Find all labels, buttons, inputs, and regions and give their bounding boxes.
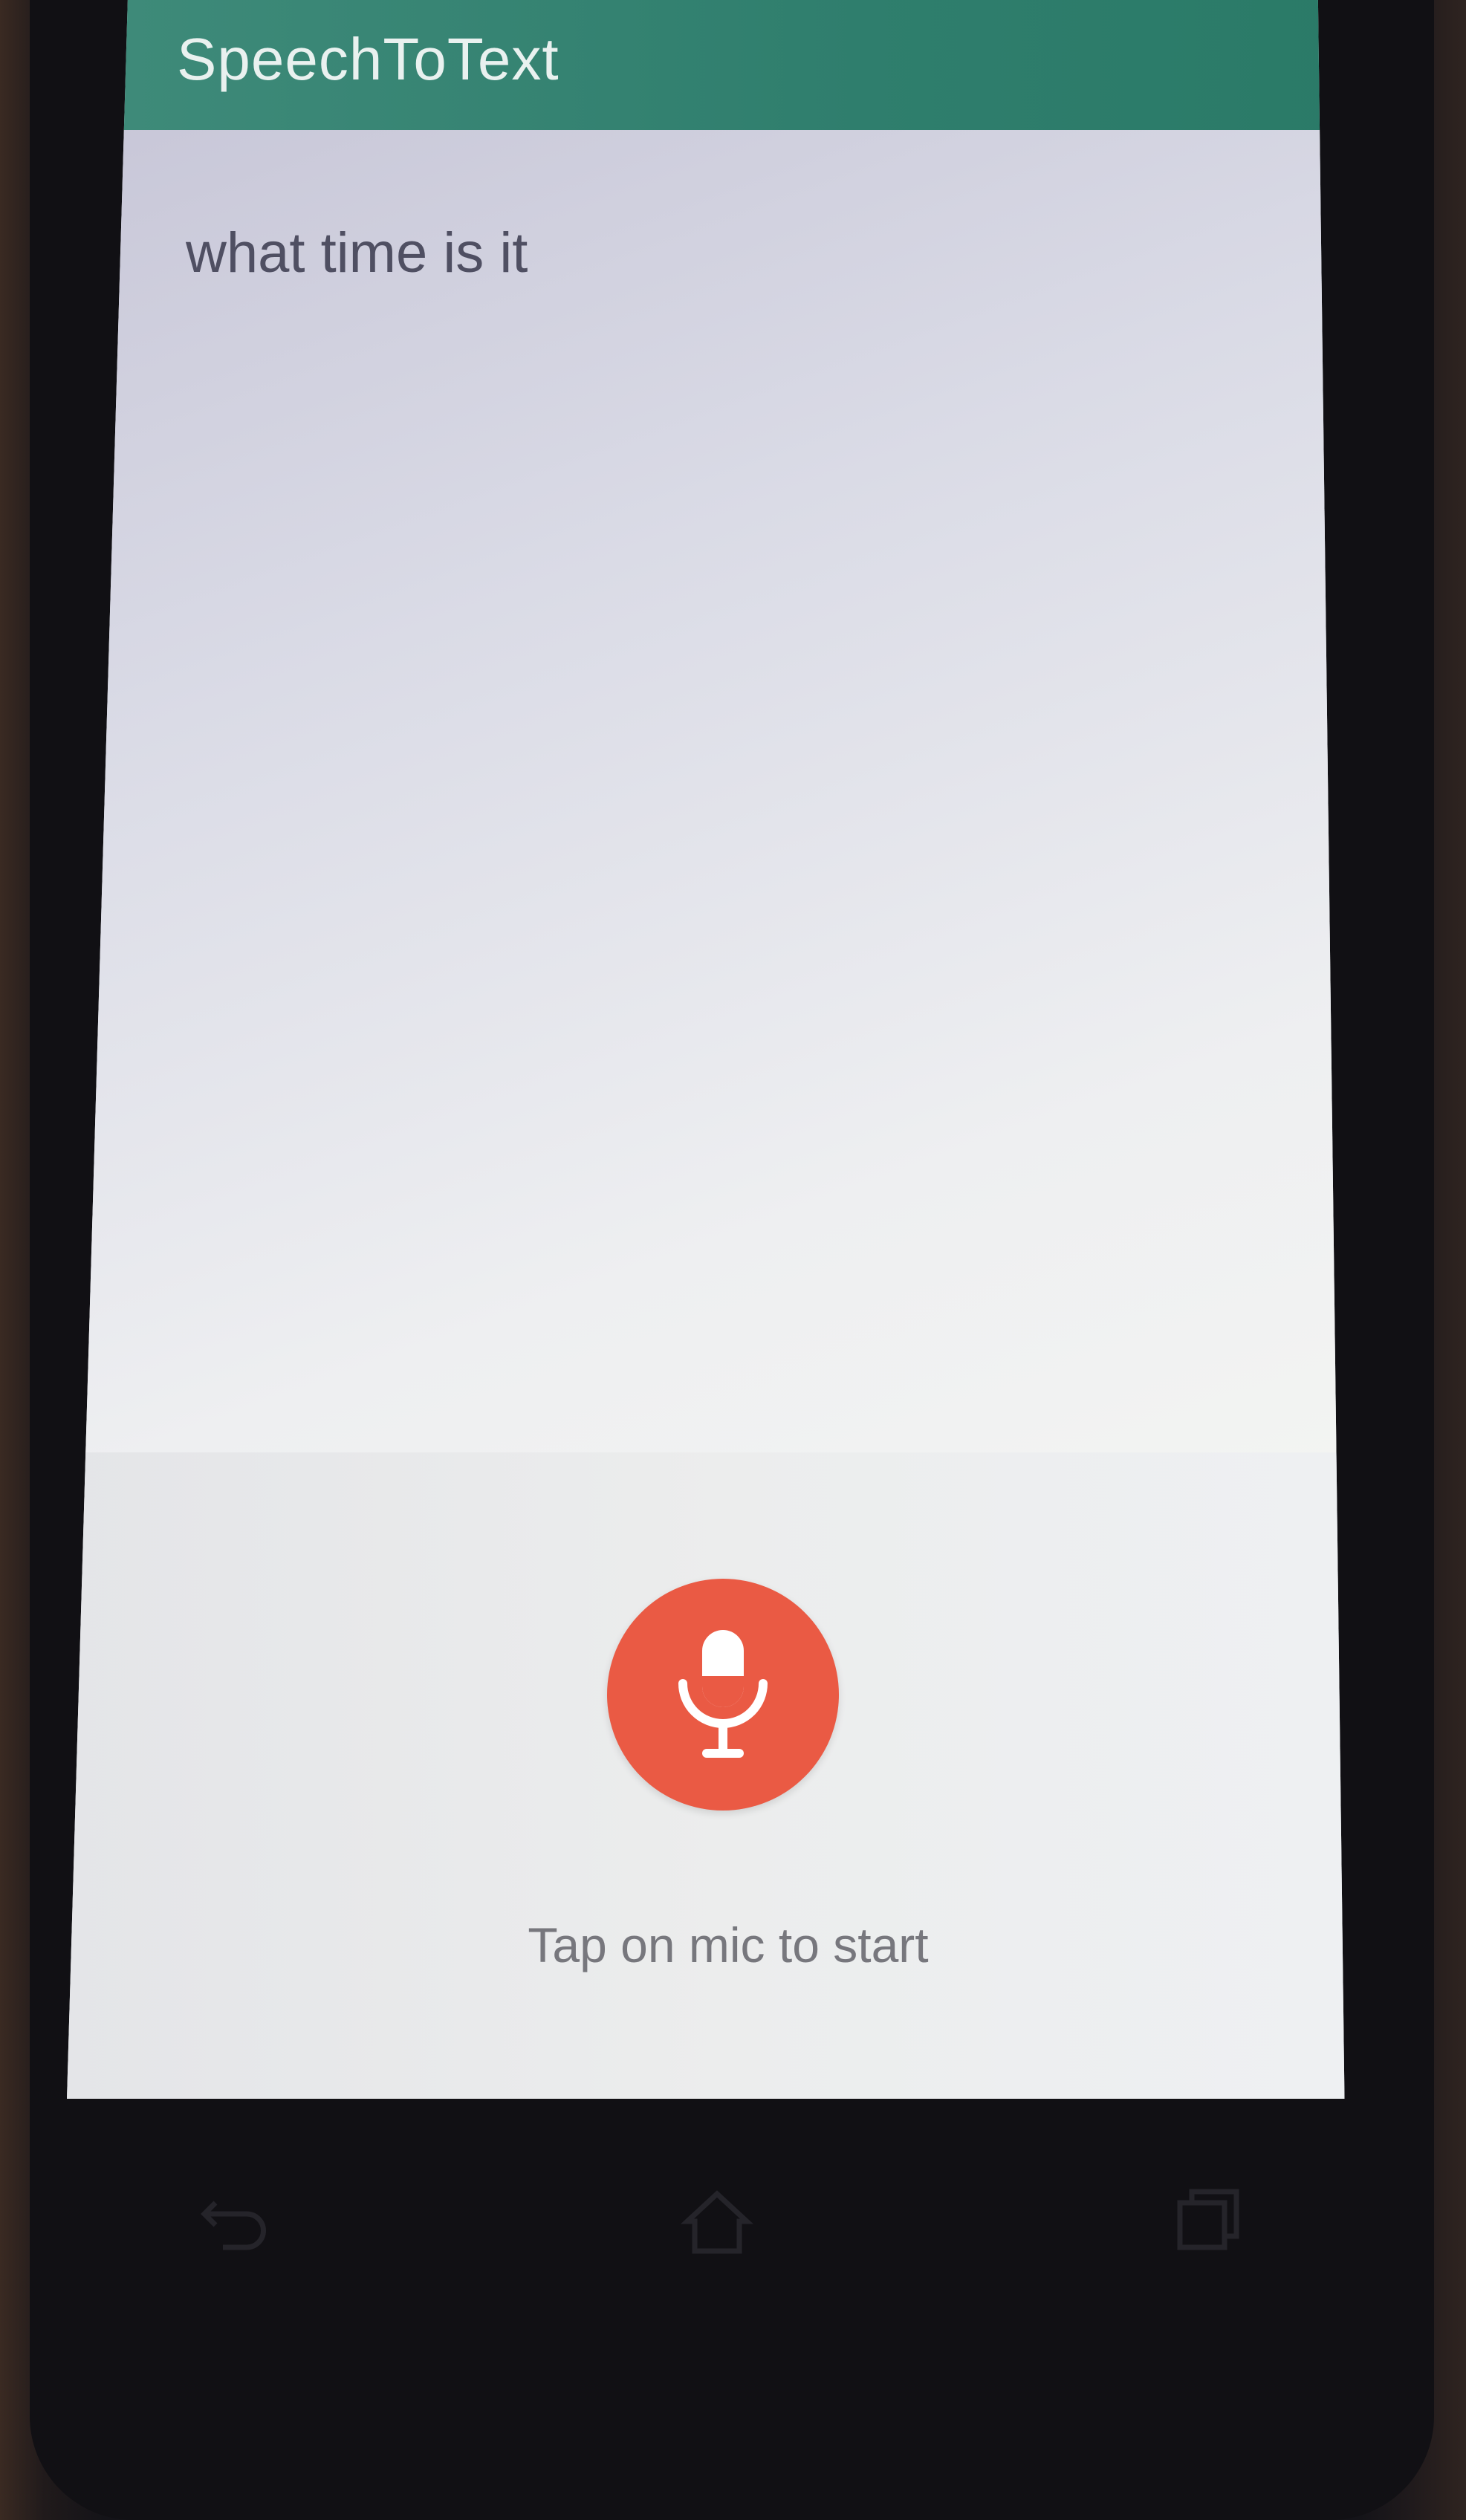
hint-text: Tap on mic to start [528, 1917, 929, 1972]
mic-button[interactable] [607, 1579, 839, 1811]
system-nav-bar [67, 2099, 1389, 2344]
microphone-icon [678, 1630, 768, 1758]
home-icon[interactable] [676, 2180, 758, 2262]
screen: SpeechToText what time is it Tap on mic … [67, 0, 1345, 2099]
recognized-text: what time is it [186, 221, 528, 285]
back-icon[interactable] [193, 2180, 275, 2262]
recents-icon[interactable] [1167, 2180, 1248, 2262]
app-title: SpeechToText [177, 26, 560, 92]
result-area: what time is it [67, 130, 1345, 1452]
mic-panel: Tap on mic to start [67, 1452, 1345, 2099]
app-bar: SpeechToText [67, 0, 1345, 130]
